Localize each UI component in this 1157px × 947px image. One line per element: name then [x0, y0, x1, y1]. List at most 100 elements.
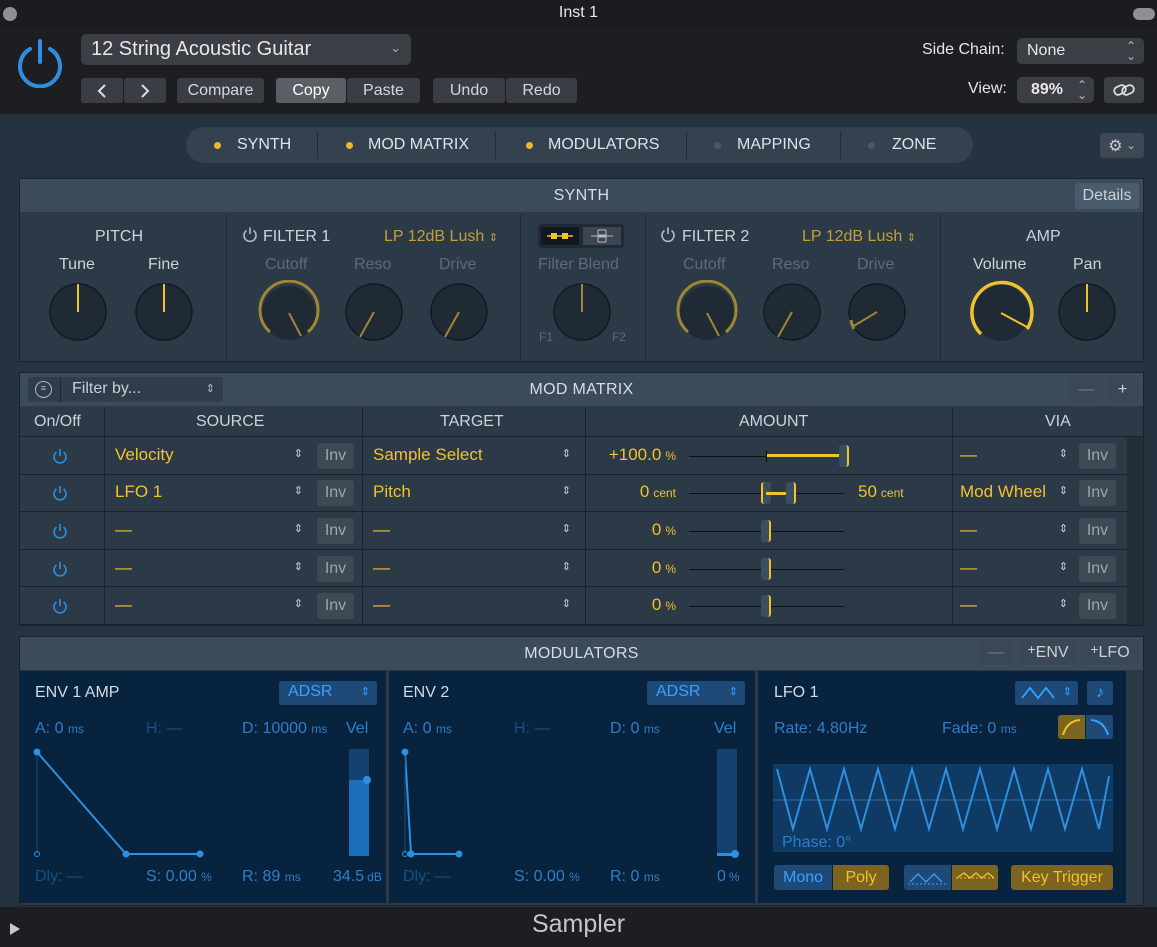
poly-button[interactable]: Poly — [833, 865, 889, 890]
power-icon[interactable] — [52, 484, 68, 502]
via-amount-handle[interactable] — [786, 482, 796, 505]
pan-knob[interactable] — [1057, 282, 1117, 342]
via-select[interactable]: — ⇕ — [960, 558, 1070, 580]
target-select[interactable]: — ⇕ — [373, 558, 573, 580]
env2-hold[interactable]: H: — — [514, 720, 550, 738]
volume-knob[interactable] — [967, 279, 1035, 347]
matrix-scrollbar[interactable] — [1127, 437, 1143, 625]
source-select[interactable]: Velocity ⇕ — [115, 445, 305, 467]
env2-graph[interactable] — [398, 745, 468, 860]
power-icon[interactable] — [242, 226, 258, 243]
tune-knob[interactable] — [48, 282, 108, 342]
lfo1-sync-button[interactable]: ♪ — [1087, 681, 1113, 705]
env1-hold[interactable]: H: — — [146, 720, 182, 738]
tab-modulators[interactable]: MODULATORS — [515, 127, 680, 163]
power-icon[interactable] — [14, 36, 66, 88]
amount-handle[interactable] — [761, 595, 771, 618]
compare-button[interactable]: Compare — [177, 78, 264, 103]
add-env-button[interactable]: + ENV — [1019, 640, 1077, 665]
details-button[interactable]: Details — [1075, 183, 1139, 209]
power-icon[interactable] — [660, 226, 676, 243]
tab-synth[interactable]: SYNTH — [205, 127, 315, 163]
filter1-reso-knob[interactable] — [344, 282, 404, 342]
via-select[interactable]: — ⇕ — [960, 520, 1070, 542]
preset-dropdown[interactable]: 12 String Acoustic Guitar ⌄ — [81, 34, 411, 65]
via-inv-button[interactable]: Inv — [1079, 442, 1116, 469]
env1-mode-select[interactable]: ADSR ⇕ — [279, 681, 377, 705]
lfo1-waveform-select[interactable]: ⇕ — [1015, 681, 1078, 705]
filter2-reso-knob[interactable] — [762, 282, 822, 342]
remove-modulator-button[interactable]: — — [980, 640, 1013, 665]
collapse-icon[interactable] — [1133, 8, 1155, 20]
remove-row-button[interactable]: — — [1070, 377, 1103, 402]
power-icon[interactable] — [52, 522, 68, 540]
mono-button[interactable]: Mono — [774, 865, 832, 890]
source-select[interactable]: — ⇕ — [115, 595, 305, 617]
amount-value[interactable]: 0% — [586, 520, 676, 540]
source-inv-button[interactable]: Inv — [317, 517, 354, 544]
power-icon[interactable] — [52, 597, 68, 615]
amount-handle[interactable] — [761, 519, 771, 542]
via-inv-button[interactable]: Inv — [1079, 480, 1116, 507]
tab-zone[interactable]: ZONE — [858, 127, 958, 163]
retrigger-off-button[interactable] — [904, 865, 951, 890]
env1-sustain[interactable]: S: 0.00 % — [146, 868, 212, 886]
source-inv-button[interactable]: Inv — [317, 593, 354, 620]
target-select[interactable]: Pitch ⇕ — [373, 482, 573, 504]
env1-vel-amount[interactable]: 34.5 dB — [333, 868, 382, 886]
source-inv-button[interactable]: Inv — [317, 480, 354, 507]
env1-attack[interactable]: A: 0 ms — [35, 720, 84, 738]
filter1-type-select[interactable]: LP 12dB Lush ⇕ — [384, 228, 498, 246]
via-select[interactable]: Mod Wheel ⇕ — [960, 482, 1070, 504]
tab-mapping[interactable]: MAPPING — [704, 127, 834, 163]
filter-by-select[interactable]: ≡ Filter by... ⇕ — [28, 377, 223, 402]
env2-release[interactable]: R: 0 ms — [610, 868, 660, 886]
env2-vel-slider[interactable] — [717, 749, 739, 858]
serial-mode-icon[interactable] — [541, 227, 579, 245]
redo-button[interactable]: Redo — [506, 78, 577, 103]
filter2-drive-knob[interactable] — [847, 282, 907, 342]
side-chain-select[interactable]: None ⌃ ⌄ — [1017, 38, 1144, 64]
prev-preset-button[interactable] — [81, 78, 123, 103]
filter1-drive-knob[interactable] — [429, 282, 489, 342]
env2-vel-amount[interactable]: 0% — [717, 868, 740, 886]
amount-value[interactable]: 0% — [586, 595, 676, 615]
via-inv-button[interactable]: Inv — [1079, 555, 1116, 582]
parallel-mode-icon[interactable] — [583, 227, 621, 245]
via-select[interactable]: — ⇕ — [960, 445, 1070, 467]
env1-release[interactable]: R: 89 ms — [242, 868, 301, 886]
amount-value[interactable]: 0% — [586, 558, 676, 578]
add-row-button[interactable]: + — [1106, 377, 1139, 402]
amount-value[interactable]: +100.0% — [586, 445, 676, 465]
link-button[interactable] — [1104, 77, 1144, 103]
env2-mode-select[interactable]: ADSR ⇕ — [647, 681, 745, 705]
filter2-cutoff-knob[interactable] — [674, 280, 740, 346]
amount-handle[interactable] — [761, 557, 771, 580]
env1-vel-slider[interactable] — [349, 749, 371, 856]
amount-handle[interactable] — [838, 444, 849, 467]
fine-knob[interactable] — [134, 282, 194, 342]
add-lfo-button[interactable]: + LFO — [1081, 640, 1139, 665]
target-select[interactable]: — ⇕ — [373, 595, 573, 617]
env2-delay[interactable]: Dly: — — [403, 868, 451, 886]
env1-graph[interactable] — [30, 745, 215, 860]
next-preset-button[interactable] — [124, 78, 166, 103]
copy-button[interactable]: Copy — [276, 78, 346, 103]
tab-mod-matrix[interactable]: MOD MATRIX — [336, 127, 491, 163]
lfo1-wave-display[interactable]: Phase: 0° — [773, 764, 1113, 852]
filter1-cutoff-knob[interactable] — [256, 280, 322, 346]
via-inv-button[interactable]: Inv — [1079, 517, 1116, 544]
power-icon[interactable] — [52, 560, 68, 578]
source-inv-button[interactable]: Inv — [317, 442, 354, 469]
filter-blend-knob[interactable] — [552, 282, 612, 342]
target-select[interactable]: — ⇕ — [373, 520, 573, 542]
fade-out-button[interactable] — [1086, 715, 1113, 739]
env2-attack[interactable]: A: 0 ms — [403, 720, 452, 738]
env2-sustain[interactable]: S: 0.00 % — [514, 868, 580, 886]
source-select[interactable]: — ⇕ — [115, 520, 305, 542]
source-select[interactable]: — ⇕ — [115, 558, 305, 580]
settings-button[interactable]: ⚙ ⌄ — [1100, 133, 1144, 158]
source-select[interactable]: LFO 1 ⇕ — [115, 482, 305, 504]
power-icon[interactable] — [52, 447, 68, 465]
env1-delay[interactable]: Dly: — — [35, 868, 83, 886]
